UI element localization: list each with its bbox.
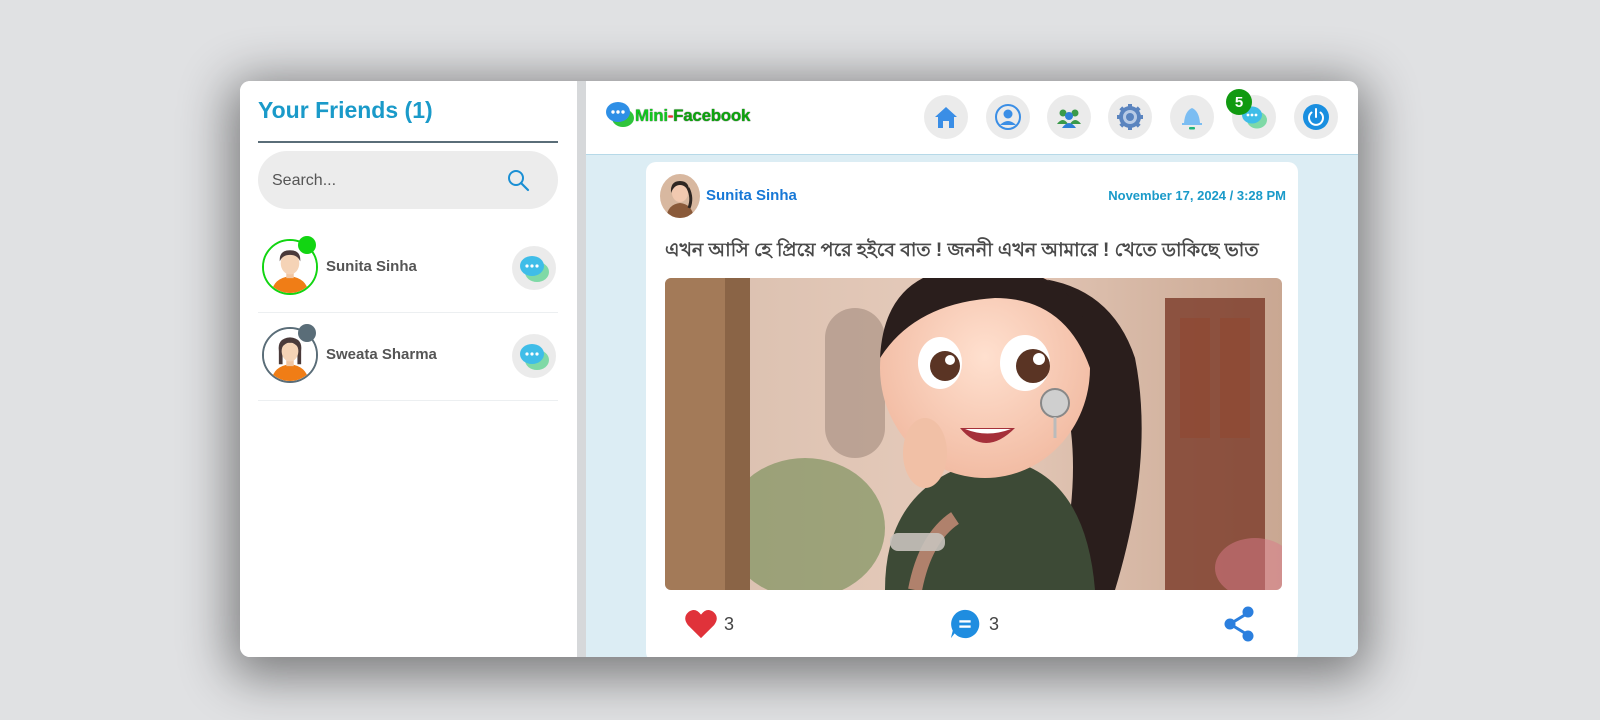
post-author-name[interactable]: Sunita Sinha — [706, 187, 797, 204]
chat-bubble-icon — [520, 256, 549, 282]
post-text: এখন আসি হে প্রিয়ে পরে হইবে বাত ! জননী এ… — [665, 240, 1259, 261]
post-image[interactable] — [665, 278, 1282, 590]
heart-icon — [685, 609, 717, 639]
online-status-dot — [298, 236, 316, 254]
friends-icon — [1057, 109, 1081, 128]
chat-bubble-icon — [520, 344, 549, 370]
like-button[interactable]: 3 — [684, 606, 764, 642]
main-feed: Mini-Facebook 5 Sunita Sinha November 17… — [586, 81, 1358, 657]
search-icon[interactable] — [506, 168, 530, 192]
friends-button[interactable] — [1047, 95, 1091, 139]
friend-name: Sunita Sinha — [326, 258, 417, 275]
panel-divider[interactable] — [577, 81, 586, 657]
home-button[interactable] — [924, 95, 968, 139]
chat-button[interactable] — [512, 246, 556, 290]
top-navbar: Mini-Facebook 5 — [586, 81, 1358, 155]
logout-button[interactable] — [1294, 95, 1338, 139]
post-timestamp: November 17, 2024 / 3:28 PM — [1108, 188, 1286, 203]
app-logo[interactable]: Mini-Facebook — [605, 99, 765, 135]
home-icon — [935, 107, 957, 128]
comment-button[interactable]: 3 — [949, 606, 1029, 642]
friend-name: Sweata Sharma — [326, 346, 437, 363]
comment-count: 3 — [989, 614, 1000, 634]
power-icon — [1303, 104, 1329, 130]
sidebar-divider — [258, 141, 558, 143]
settings-button[interactable] — [1108, 95, 1152, 139]
app-window: Your Friends (1) Sunita Sinha — [240, 81, 1358, 657]
notifications-button[interactable] — [1170, 95, 1214, 139]
logo-text: Mini-Facebook — [635, 106, 751, 125]
search-input[interactable] — [270, 151, 494, 211]
profile-button[interactable] — [986, 95, 1030, 139]
share-button[interactable] — [1222, 606, 1262, 642]
like-count: 3 — [724, 614, 735, 634]
bell-icon — [1182, 108, 1202, 130]
logo-icon — [606, 102, 634, 127]
message-count-badge: 5 — [1226, 89, 1252, 115]
sidebar-title: Your Friends (1) — [258, 97, 433, 123]
settings-icon — [1117, 104, 1143, 130]
friend-item[interactable]: Sunita Sinha — [258, 226, 558, 313]
share-icon — [1224, 606, 1254, 642]
comment-icon — [950, 609, 980, 639]
friend-item[interactable]: Sweata Sharma — [258, 314, 558, 401]
post-author-avatar[interactable] — [660, 174, 700, 218]
offline-status-dot — [298, 324, 316, 342]
chat-button[interactable] — [512, 334, 556, 378]
friends-sidebar: Your Friends (1) Sunita Sinha — [240, 81, 577, 657]
profile-icon — [995, 104, 1021, 130]
search-box — [258, 151, 558, 211]
post-card: Sunita Sinha November 17, 2024 / 3:28 PM… — [646, 162, 1298, 657]
